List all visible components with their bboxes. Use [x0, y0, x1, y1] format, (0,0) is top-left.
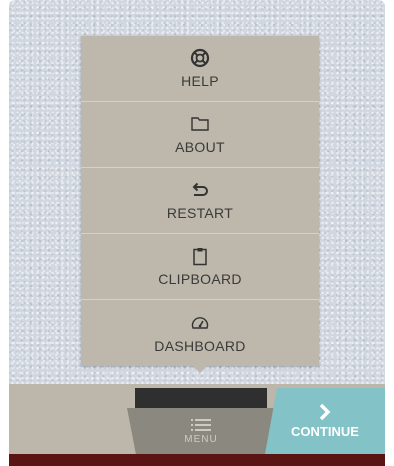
folder-icon — [191, 117, 209, 131]
menu-panel: HELP ABOUT RESTART CLIPBOARD DASHBOARD — [81, 36, 319, 366]
chevron-right-icon — [319, 403, 331, 421]
hamburger-icon — [191, 418, 211, 431]
clipboard-icon — [193, 248, 207, 266]
footer-strip — [9, 454, 385, 466]
menu-item-clipboard[interactable]: CLIPBOARD — [81, 234, 319, 300]
menu-item-help[interactable]: HELP — [81, 36, 319, 102]
gauge-icon — [191, 316, 209, 329]
restart-arrow-icon — [192, 182, 208, 196]
app-frame: HELP ABOUT RESTART CLIPBOARD DASHBOARD M… — [9, 0, 385, 466]
continue-button[interactable]: CONTINUE — [265, 388, 385, 454]
menu-button-label: MENU — [184, 433, 218, 445]
menu-button[interactable]: MENU — [127, 408, 275, 454]
menu-item-about[interactable]: ABOUT — [81, 102, 319, 168]
lifebuoy-icon — [190, 48, 210, 68]
menu-item-label: HELP — [181, 73, 219, 89]
menu-item-label: DASHBOARD — [154, 337, 246, 354]
menu-pointer — [193, 366, 207, 373]
continue-button-label: CONTINUE — [291, 424, 359, 439]
menu-item-label: RESTART — [166, 205, 234, 221]
menu-item-label: ABOUT — [175, 139, 225, 155]
menu-item-label: CLIPBOARD — [158, 271, 242, 287]
menu-item-dashboard[interactable]: DASHBOARD — [81, 300, 319, 366]
menu-tab-top — [135, 388, 267, 410]
menu-item-restart[interactable]: RESTART — [81, 168, 319, 234]
